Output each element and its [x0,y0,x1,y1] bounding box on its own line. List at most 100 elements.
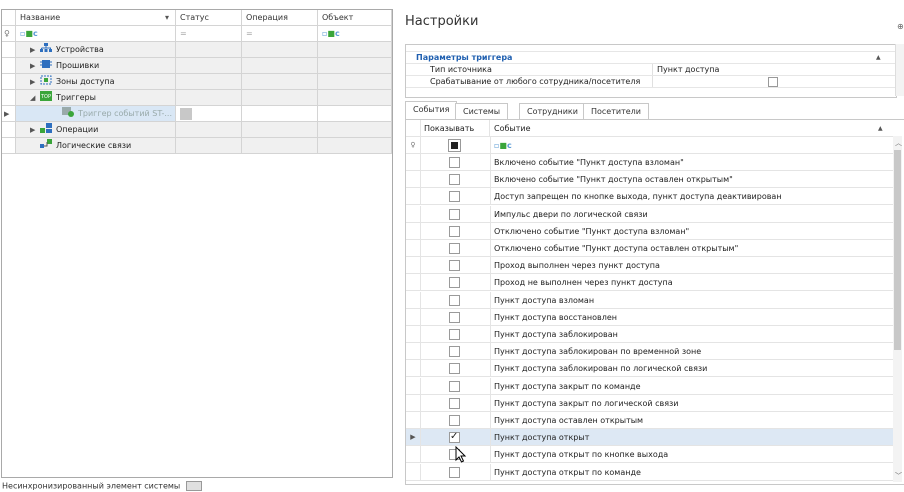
expand-toggle-icon[interactable]: ◢ [30,90,40,105]
event-row[interactable]: Проход выполнен через пункт доступа [406,257,896,275]
event-label: Пункт доступа восстановлен [494,312,617,322]
filter-event[interactable]: ▫■c [490,137,900,154]
show-event-checkbox[interactable] [449,311,460,323]
column-header-event[interactable]: Событие ▲ [490,120,900,137]
events-scrollbar-thumb[interactable] [894,150,901,350]
show-event-checkbox[interactable] [449,415,460,426]
show-event-checkbox[interactable] [449,466,460,478]
tree-row-label: Логические связи [56,141,132,150]
filter-name[interactable]: ▫■c [16,26,176,42]
tree-row-label: Триггеры [56,93,96,102]
filter-show[interactable] [420,137,491,154]
column-header-show[interactable]: Показывать [420,120,490,137]
column-header-status[interactable]: Статус [176,10,242,26]
show-event-checkbox[interactable] [449,225,460,237]
filter-operation[interactable]: = [242,26,318,42]
event-row[interactable]: Пункт доступа оставлен открытым [406,412,896,429]
params-scrollbar[interactable] [895,44,904,96]
show-event-checkbox[interactable] [449,329,460,340]
show-event-checkbox[interactable] [449,294,460,306]
tab-events[interactable]: События [405,101,458,121]
tree-row[interactable]: ▶ Операции [2,122,392,138]
param-row[interactable]: Тип источника Пункт доступа [406,64,896,76]
event-row[interactable]: Включено событие "Пункт доступа оставлен… [406,171,896,189]
tab-visitors[interactable]: Посетители [583,103,649,120]
show-event-checkbox[interactable] [449,260,460,272]
show-event-checkbox[interactable] [449,363,460,375]
show-event-checkbox[interactable] [449,428,460,445]
event-row[interactable]: Пункт доступа заблокирован по логической… [406,360,896,378]
event-row[interactable]: Пункт доступа взломан [406,291,896,309]
filter-status[interactable]: = [176,26,242,42]
filter-object[interactable]: ▫■c [318,26,392,42]
any-employee-checkbox[interactable] [768,77,778,87]
show-event-checkbox[interactable] [449,174,460,186]
event-row[interactable]: Пункт доступа заблокирован по временной … [406,343,896,361]
tree-row[interactable]: ▶ Зоны доступа [2,74,392,90]
filter-text-icon: ▫■c [494,141,512,150]
pin-icon[interactable]: ⊕ [897,22,904,31]
unsynced-swatch [186,481,203,491]
show-event-checkbox[interactable] [449,277,460,289]
firmware-icon [40,59,52,69]
event-row[interactable]: Отключено событие "Пункт доступа взломан… [406,222,896,240]
expand-toggle-icon[interactable]: ▶ [30,58,40,73]
event-row[interactable]: Включено событие "Пункт доступа взломан" [406,154,896,171]
tree-row-label: Устройства [56,45,104,54]
tab-employees[interactable]: Сотрудники [519,103,586,120]
event-label: Пункт доступа заблокирован [494,330,618,339]
filter-checkbox-indeterminate[interactable] [448,139,461,152]
collapse-icon[interactable]: ▲ [876,52,881,63]
event-row[interactable]: Импульс двери по логической связи [406,205,896,223]
show-event-checkbox[interactable] [449,346,460,358]
expand-toggle-icon[interactable]: ▶ [30,74,40,89]
expand-toggle-icon[interactable]: ▶ [30,42,40,57]
column-header-operation[interactable]: Операция [242,10,318,26]
param-row[interactable]: Срабатывание от любого сотрудника/посети… [406,76,896,88]
column-header-object[interactable]: Объект [318,10,392,26]
expand-toggle-icon[interactable]: ▶ [30,122,40,137]
show-event-checkbox[interactable] [449,208,460,220]
devices-icon [40,43,52,53]
svg-text:TOP: TOP [40,94,51,100]
scroll-up-icon[interactable]: ︿ [895,138,902,148]
settings-title: Настройки [405,14,479,29]
legend: Несинхронизированный элемент системы [2,481,203,491]
event-label: Пункт доступа заблокирован по логической… [494,364,708,374]
show-event-checkbox[interactable] [449,243,460,254]
show-event-checkbox[interactable] [449,157,460,168]
tree-row-label: Операции [56,125,99,134]
event-label: Импульс двери по логической связи [494,209,648,219]
tab-systems[interactable]: Системы [455,103,509,120]
event-row[interactable]: Пункт доступа закрыт по логической связи [406,394,896,412]
show-event-checkbox[interactable] [449,397,460,409]
event-row[interactable]: ▶Пункт доступа открыт [406,428,896,447]
trigger-item-icon [62,107,74,117]
event-label: Проход не выполнен через пункт доступа [494,278,673,288]
event-row[interactable]: Отключено событие "Пункт доступа оставле… [406,240,896,257]
tree-row[interactable]: ▶ Триггер событий ST-... [2,106,392,122]
scroll-down-icon[interactable]: ﹀ [895,471,902,481]
section-header[interactable]: Параметры триггера ▲ [406,52,896,64]
event-row[interactable]: Пункт доступа восстановлен [406,308,896,326]
tree-row[interactable]: ◢ TOP Триггеры [2,90,392,106]
event-row[interactable]: Пункт доступа закрыт по команде [406,377,896,395]
event-row[interactable]: Пункт доступа открыт по команде [406,463,896,481]
event-row[interactable]: Пункт доступа заблокирован [406,326,896,343]
event-row[interactable]: Доступ запрещен по кнопке выхода, пункт … [406,188,896,206]
show-event-checkbox[interactable] [449,380,460,392]
column-header-name[interactable]: Название ▾ [16,10,176,26]
grid-header: Название ▾ Статус Операция Объект [2,10,392,26]
tree-row-label: Зоны доступа [56,77,115,86]
tree-row[interactable]: Логические связи [2,138,392,154]
logic-links-icon [40,139,52,149]
event-row[interactable]: Пункт доступа открыт по кнопке выхода [406,446,896,464]
event-label: Пункт доступа взломан [494,295,595,305]
show-event-checkbox[interactable] [449,191,460,203]
event-row[interactable]: Проход не выполнен через пункт доступа [406,274,896,292]
tree-row[interactable]: ▶ Устройства [2,42,392,58]
tree-row[interactable]: ▶ Прошивки [2,58,392,74]
event-label: Пункт доступа открыт по кнопке выхода [494,450,669,460]
sort-dropdown-icon[interactable]: ▾ [165,10,169,25]
filter-text-icon: ▫■c [322,29,340,38]
